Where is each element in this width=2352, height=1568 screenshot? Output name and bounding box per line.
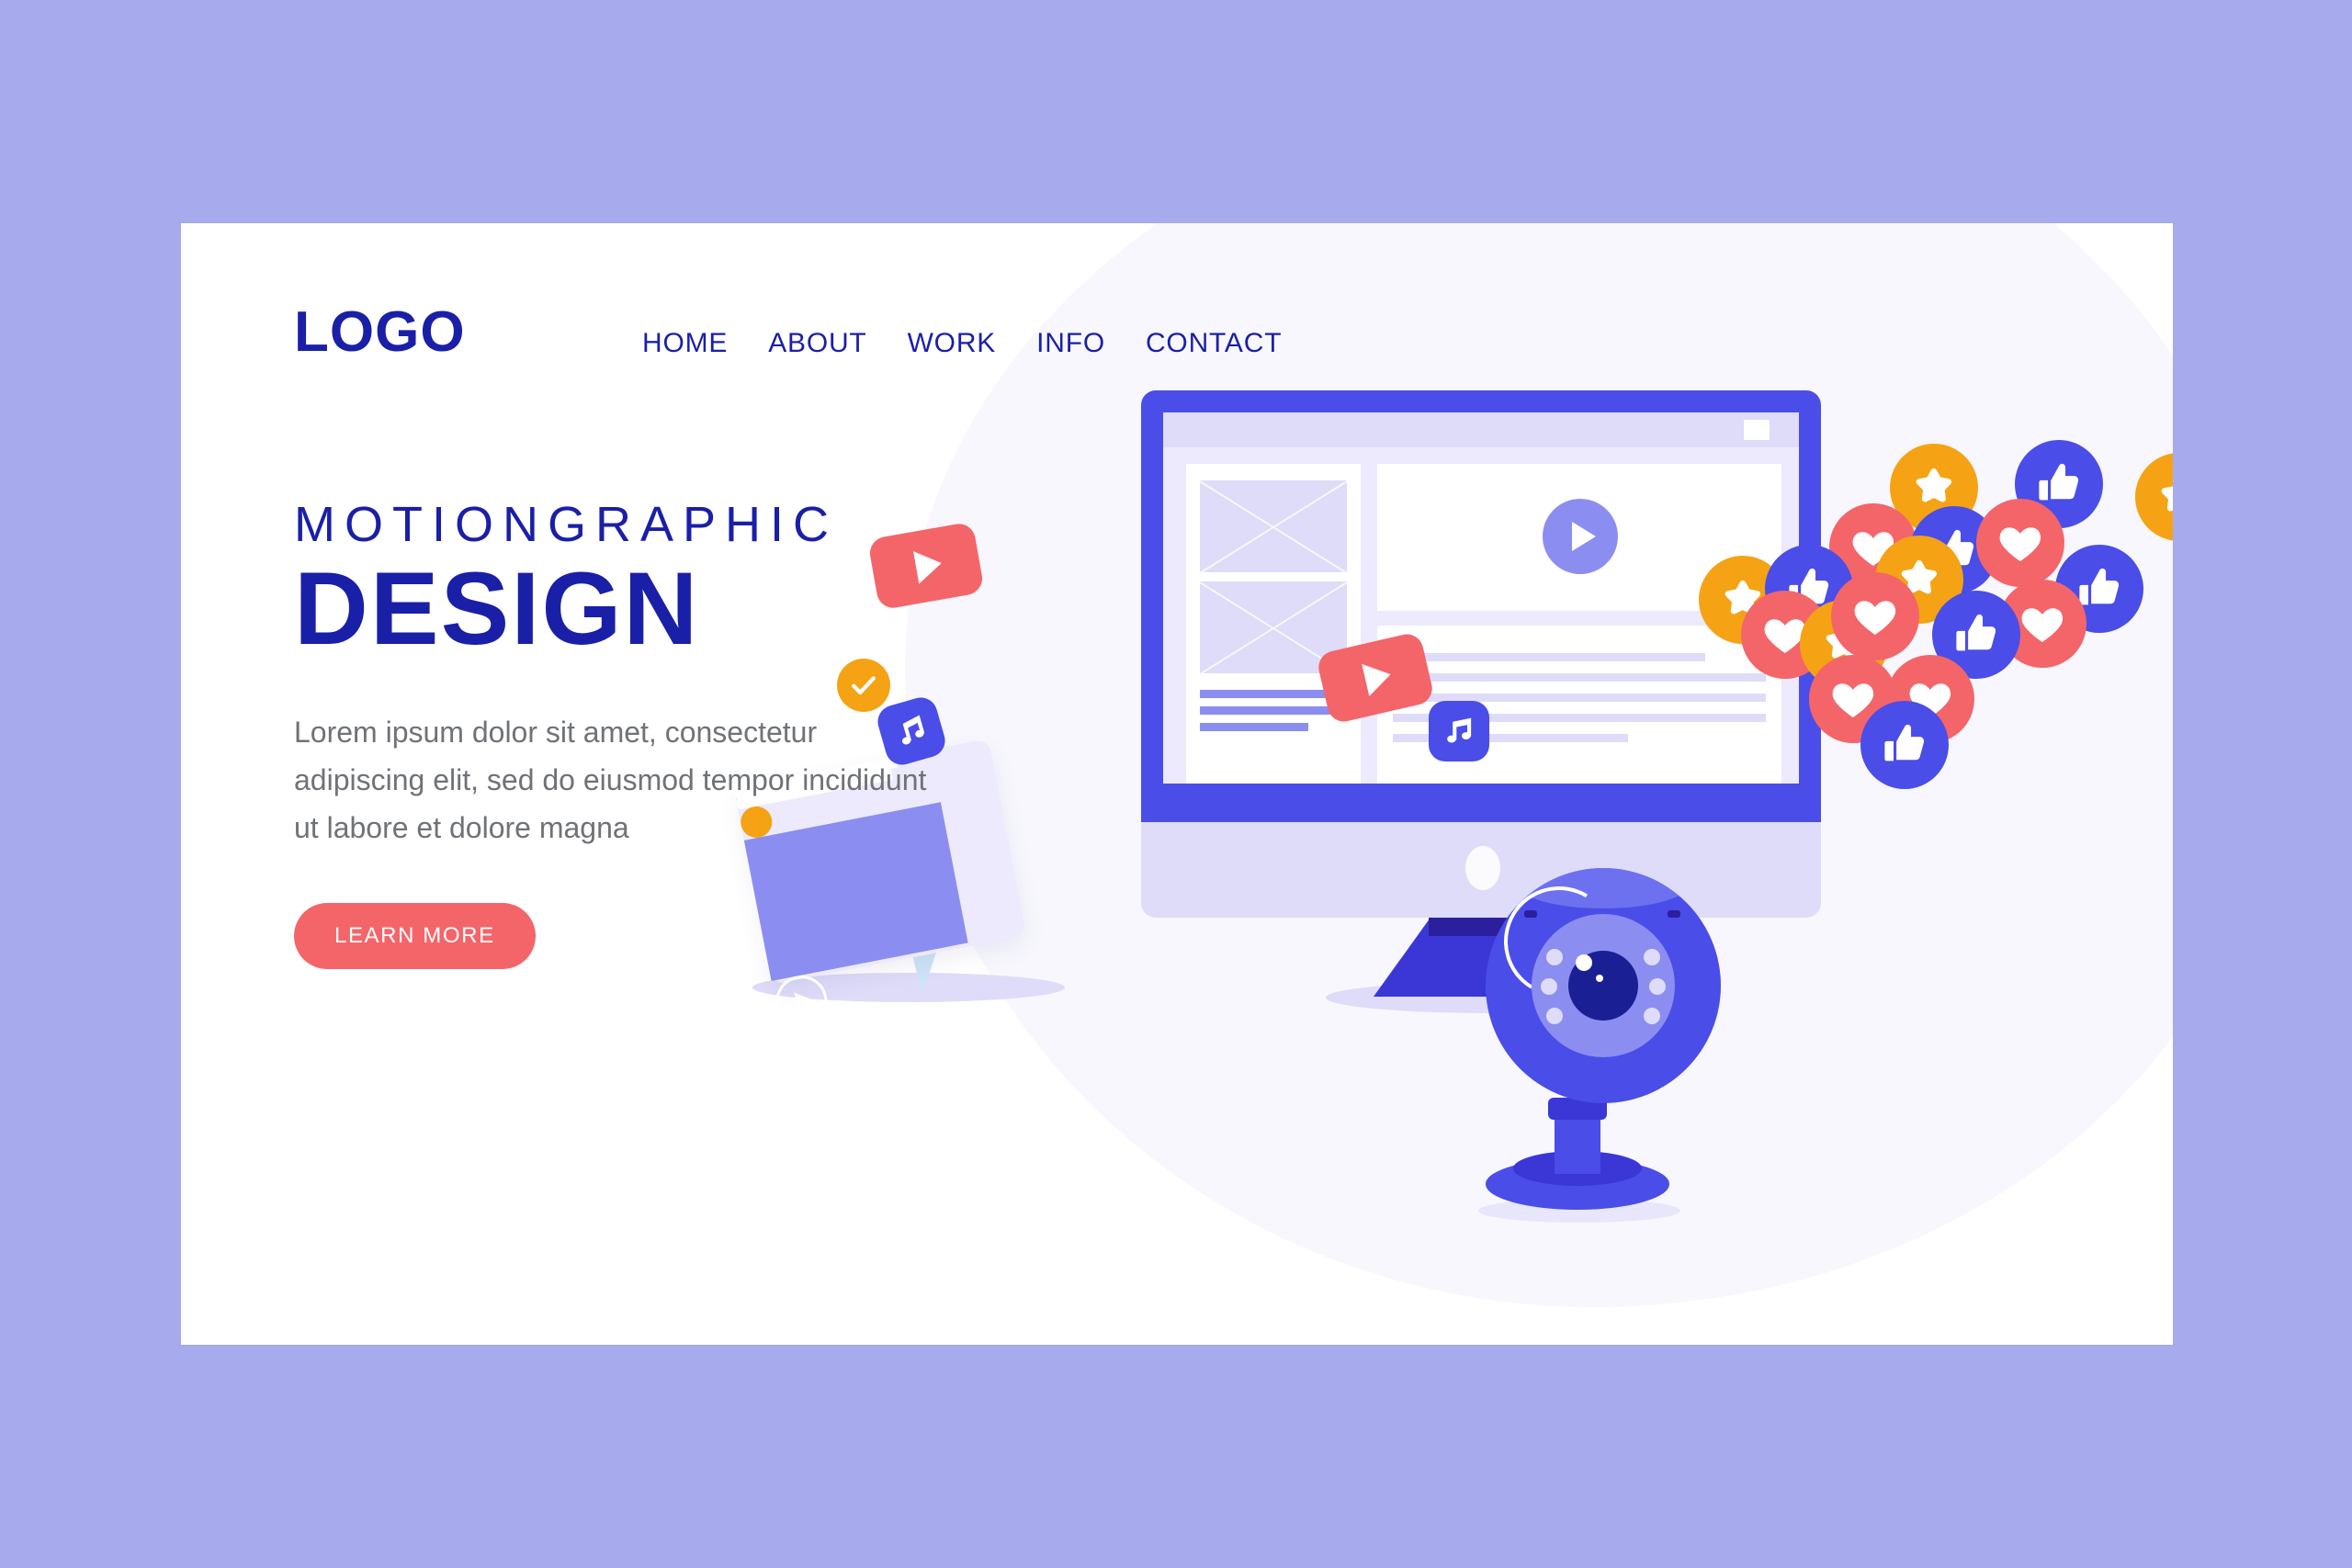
nav-item-contact[interactable]: CONTACT — [1125, 322, 1302, 365]
heart-icon — [2021, 608, 2064, 643]
reaction-bubble-heart[interactable] — [1831, 572, 1919, 660]
star-icon — [2161, 485, 2173, 512]
reaction-bubble-heart[interactable] — [1976, 499, 2064, 587]
page-title: DESIGN — [294, 550, 700, 666]
star-icon — [1916, 468, 1952, 502]
nav-item-info[interactable]: INFO — [1016, 322, 1125, 365]
hero-kicker: MOTIONGRAPHIC — [294, 497, 839, 552]
logo[interactable]: LOGO — [294, 304, 466, 361]
thumbs-up-icon — [1956, 615, 1996, 651]
hero-description: Lorem ipsum dolor sit amet, consectetur … — [294, 715, 927, 844]
reaction-bubble-thumb[interactable] — [1860, 701, 1949, 789]
thumbs-up-icon — [1884, 725, 1925, 761]
site-header: LOGO HOME ABOUT WORK INFO CONTACT — [181, 223, 2173, 398]
hero-content: MOTIONGRAPHIC DESIGN Lorem ipsum dolor s… — [294, 497, 1047, 970]
hero-card: LOGO HOME ABOUT WORK INFO CONTACT MOTION… — [181, 223, 2173, 1345]
nav-item-about[interactable]: ABOUT — [748, 322, 887, 365]
nav-item-home[interactable]: HOME — [622, 322, 748, 365]
reaction-bubble-star[interactable] — [2135, 453, 2173, 541]
thumbs-up-icon — [2039, 464, 2079, 501]
heart-icon — [1854, 601, 1896, 636]
heart-icon — [1999, 527, 2041, 562]
learn-more-button[interactable]: LEARN MORE — [294, 903, 536, 970]
nav-item-work[interactable]: WORK — [888, 322, 1017, 365]
main-navigation: HOME ABOUT WORK INFO CONTACT — [622, 322, 1302, 365]
landing-page-root: LOGO HOME ABOUT WORK INFO CONTACT MOTION… — [0, 0, 2352, 1568]
